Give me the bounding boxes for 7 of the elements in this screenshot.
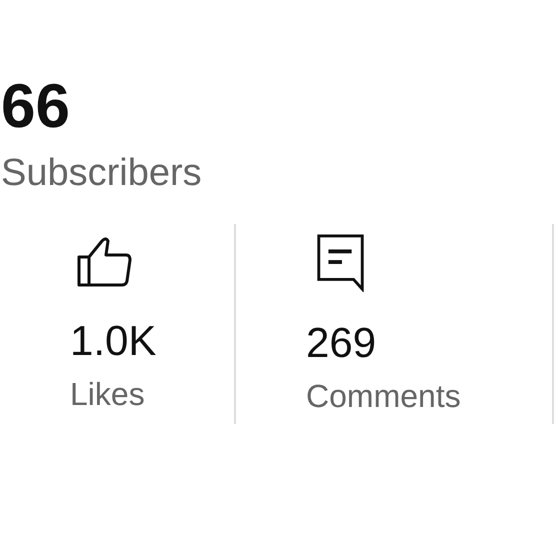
stat-label: Likes — [70, 375, 146, 414]
stat-value: 1.0K — [70, 316, 158, 366]
stat-label: Comments — [306, 377, 462, 416]
stat-value: 269 — [306, 318, 378, 368]
subscriber-label: Subscribers — [1, 151, 203, 196]
subscriber-count: 66 — [1, 72, 71, 142]
comment-icon — [316, 234, 366, 292]
